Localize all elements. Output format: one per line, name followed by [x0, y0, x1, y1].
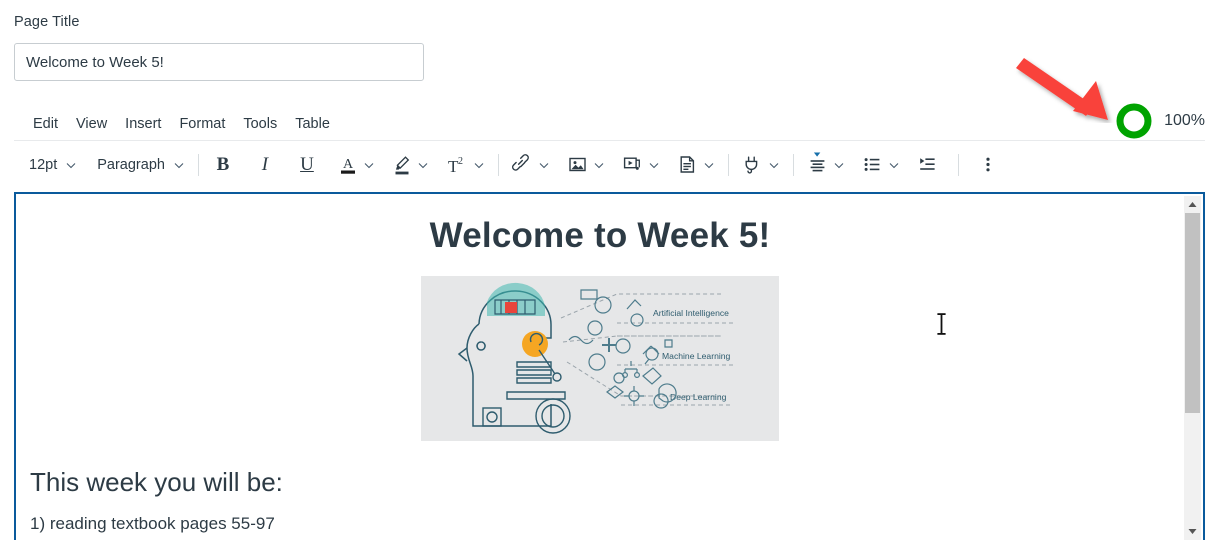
- block-format-value: Paragraph: [97, 156, 165, 173]
- progress-arc-icon: [1116, 103, 1152, 139]
- editor-content-frame: Welcome to Week 5! Artificial Intelligen…: [14, 192, 1205, 540]
- italic-label: I: [261, 153, 269, 175]
- indent-icon: [920, 158, 935, 170]
- media-button[interactable]: [618, 150, 664, 180]
- more-options-button[interactable]: [975, 150, 1001, 180]
- doc-list-line-1: 1) reading textbook pages 55-97: [30, 514, 275, 533]
- scroll-up-arrow[interactable]: [1184, 196, 1201, 213]
- more-options-icon: [986, 157, 990, 172]
- document-icon: [680, 156, 695, 173]
- toolbar-divider: [957, 153, 959, 176]
- doc-heading: Welcome to Week 5!: [429, 216, 771, 255]
- chevron-down-icon: [174, 162, 184, 168]
- doc-image[interactable]: Artificial Intelligence Machine Learning…: [421, 276, 779, 441]
- save-progress-indicator: 100%: [1113, 100, 1205, 142]
- scrollbar-thumb[interactable]: [1185, 213, 1200, 413]
- underline-button[interactable]: U: [292, 150, 322, 180]
- chevron-down-icon: [649, 162, 659, 168]
- superscript-button[interactable]: T 2: [442, 150, 489, 180]
- chevron-down-icon: [594, 162, 604, 168]
- toolbar-divider: [497, 153, 499, 176]
- media-icon: [623, 157, 640, 170]
- font-size-dropdown[interactable]: 12pt: [22, 150, 81, 180]
- rich-content-editor-page: Page Title Edit View Insert Format Tools…: [0, 0, 1219, 540]
- image-label-dl: Deep Learning: [670, 392, 727, 402]
- image-icon: [569, 157, 586, 172]
- svg-text:A: A: [343, 157, 354, 172]
- text-color-button[interactable]: A: [334, 150, 379, 180]
- menubar-divider: [14, 140, 1205, 141]
- menu-format[interactable]: Format: [170, 113, 234, 135]
- toolbar-divider: [792, 153, 794, 176]
- chevron-down-icon: [704, 162, 714, 168]
- chevron-down-icon: [364, 162, 374, 168]
- image-label-ml: Machine Learning: [662, 351, 731, 361]
- underline-label: U: [300, 153, 314, 175]
- editor-scrollbar[interactable]: [1184, 196, 1201, 540]
- chevron-down-icon: [539, 162, 549, 168]
- highlight-color-icon: [395, 155, 410, 174]
- bold-button[interactable]: B: [208, 150, 238, 180]
- scroll-down-arrow[interactable]: [1184, 523, 1201, 540]
- chevron-down-icon: [66, 162, 76, 168]
- menu-view[interactable]: View: [67, 113, 116, 135]
- editor-canvas[interactable]: Welcome to Week 5! Artificial Intelligen…: [16, 194, 1184, 538]
- apps-plug-icon: [745, 156, 758, 174]
- page-title-label: Page Title: [14, 14, 80, 30]
- toolbar-divider: [727, 153, 729, 176]
- image-button[interactable]: [563, 150, 609, 180]
- link-button[interactable]: [508, 150, 554, 180]
- list-button[interactable]: [858, 150, 904, 180]
- menu-tools[interactable]: Tools: [234, 113, 286, 135]
- italic-button[interactable]: I: [250, 150, 280, 180]
- chevron-up-icon: [1188, 202, 1197, 207]
- editor-menubar: Edit View Insert Format Tools Table: [0, 108, 1219, 139]
- align-button[interactable]: [803, 150, 849, 180]
- font-size-value: 12pt: [29, 156, 58, 173]
- chevron-down-icon: [418, 162, 428, 168]
- toolbar-divider: [197, 153, 199, 176]
- link-icon: [511, 154, 529, 171]
- doc-subheading: This week you will be:: [30, 467, 283, 497]
- page-title-input[interactable]: [14, 43, 424, 81]
- chevron-down-icon: [769, 162, 779, 168]
- chevron-down-icon: [1188, 529, 1197, 534]
- chevron-down-icon: [474, 162, 484, 168]
- progress-percent-label: 100%: [1164, 112, 1205, 129]
- svg-text:2: 2: [458, 156, 463, 167]
- bulleted-list-icon: [864, 158, 880, 171]
- text-color-icon: A: [340, 157, 355, 174]
- menu-table[interactable]: Table: [286, 113, 339, 135]
- chevron-down-icon: [889, 162, 899, 168]
- align-icon: [810, 152, 825, 171]
- progress-ring: [1113, 100, 1155, 142]
- bold-label: B: [216, 153, 230, 175]
- editor-toolbar: 12pt Paragraph B I U A T 2: [0, 142, 1219, 187]
- apps-button[interactable]: [738, 150, 784, 180]
- menu-edit[interactable]: Edit: [24, 113, 67, 135]
- menu-insert[interactable]: Insert: [116, 113, 170, 135]
- chevron-down-icon: [834, 162, 844, 168]
- image-label-ai: Artificial Intelligence: [653, 308, 729, 318]
- superscript-icon: T 2: [448, 156, 463, 176]
- highlight-color-button[interactable]: [388, 150, 433, 180]
- document-button[interactable]: [673, 150, 719, 180]
- indent-button[interactable]: [913, 150, 942, 180]
- block-format-dropdown[interactable]: Paragraph: [90, 150, 189, 180]
